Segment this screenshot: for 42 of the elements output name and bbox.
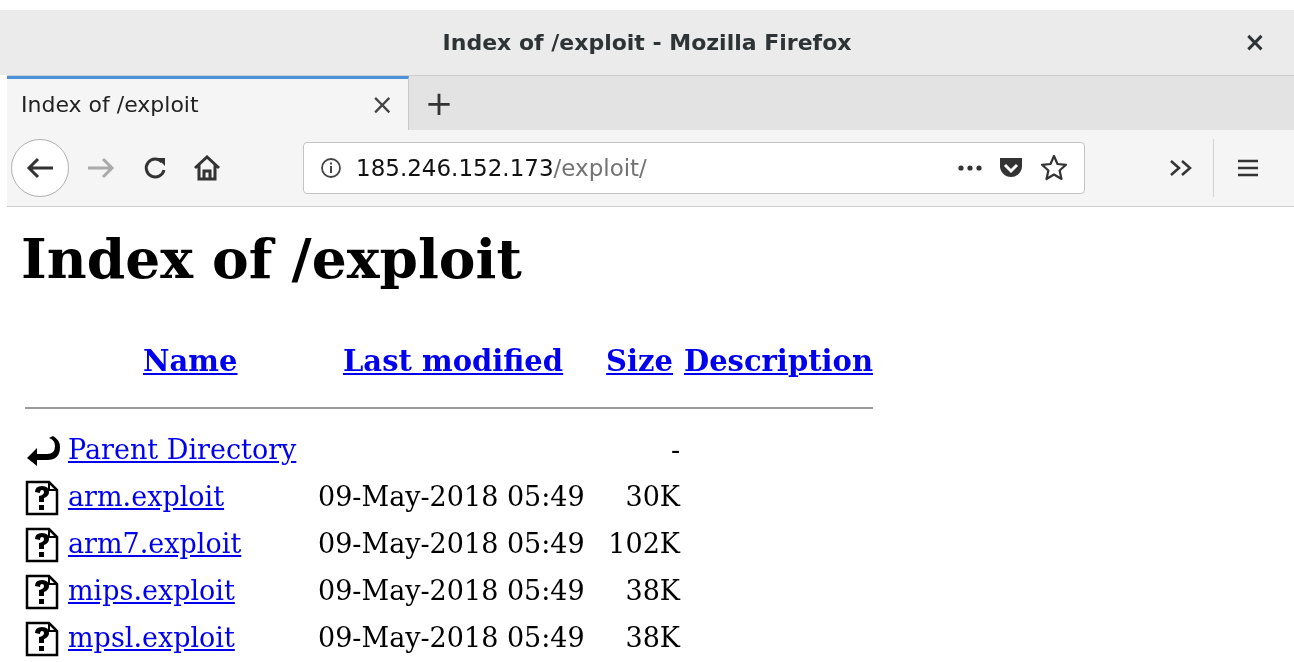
star-icon <box>1040 154 1068 182</box>
file-size: 102K <box>608 527 680 562</box>
tab-title: Index of /exploit <box>21 91 200 119</box>
forward-arrow-icon <box>86 156 116 180</box>
close-tab-button[interactable]: × <box>370 83 394 126</box>
page-heading: Index of /exploit <box>21 225 523 293</box>
unknown-file-icon <box>25 573 59 610</box>
close-window-button[interactable]: × <box>1240 23 1270 62</box>
browser-tab[interactable]: Index of /exploit × <box>7 76 409 130</box>
modified-date: 09-May-2018 05:49 <box>318 574 585 609</box>
back-arrow-icon <box>25 433 61 468</box>
file-link[interactable]: Parent Directory <box>68 430 318 471</box>
column-header-link[interactable]: Name <box>143 339 343 383</box>
menu-icon <box>1236 158 1260 178</box>
file-link[interactable]: mpsl.exploit <box>68 618 318 659</box>
url-text: 185.246.152.173/exploit/ <box>356 153 648 183</box>
file-link[interactable]: mips.exploit <box>68 571 318 612</box>
unknown-file-icon <box>25 526 59 563</box>
back-arrow-icon <box>25 156 55 180</box>
double-chevron-icon <box>1168 158 1194 178</box>
modified-date: 09-May-2018 05:49 <box>318 527 585 562</box>
column-header-link[interactable]: Last modified <box>342 339 564 383</box>
reload-icon <box>142 155 168 181</box>
file-link[interactable]: arm.exploit <box>68 477 318 518</box>
window-title: Index of /exploit - Mozilla Firefox <box>442 29 852 57</box>
new-tab-button[interactable]: + <box>409 76 469 130</box>
modified-date: 09-May-2018 05:49 <box>318 480 585 515</box>
modified-date: 09-May-2018 05:49 <box>318 621 585 656</box>
column-header-link[interactable]: Size <box>606 339 673 383</box>
pocket-icon <box>998 156 1024 180</box>
file-size: 30K <box>625 480 680 515</box>
unknown-file-icon <box>25 620 59 657</box>
file-size: - <box>670 433 680 468</box>
more-icon <box>958 165 982 171</box>
address-bar[interactable]: 185.246.152.173/exploit/ <box>303 142 1085 194</box>
info-icon <box>320 157 342 179</box>
home-icon <box>193 155 221 181</box>
file-size: 38K <box>625 574 680 609</box>
unknown-file-icon <box>25 479 59 516</box>
file-size: 38K <box>625 621 680 656</box>
column-header-link[interactable]: Description <box>684 339 873 383</box>
file-link[interactable]: arm7.exploit <box>68 524 318 565</box>
